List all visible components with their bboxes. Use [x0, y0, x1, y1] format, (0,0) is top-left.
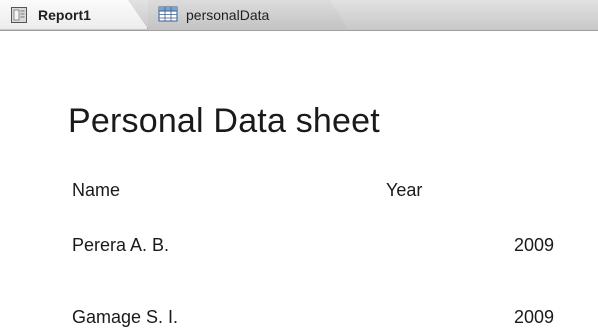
record-year: 2009	[513, 307, 554, 327]
record-name: Perera A. B.	[72, 235, 170, 255]
record-name: Gamage S. I.	[72, 307, 179, 327]
report-icon	[10, 6, 28, 24]
document-tab-bar: Report1 personalData	[0, 0, 598, 31]
record-year: 2009	[513, 235, 554, 255]
tab-personaldata[interactable]: personalData	[148, 0, 348, 29]
tab-label: personalData	[186, 6, 270, 23]
column-header-year: Year	[386, 180, 423, 200]
table-icon	[158, 6, 178, 24]
column-header-name: Name	[72, 180, 121, 200]
tab-label: Report1	[38, 6, 91, 23]
tab-report1[interactable]: Report1	[0, 0, 148, 29]
report-title: Personal Data sheet	[68, 102, 380, 140]
